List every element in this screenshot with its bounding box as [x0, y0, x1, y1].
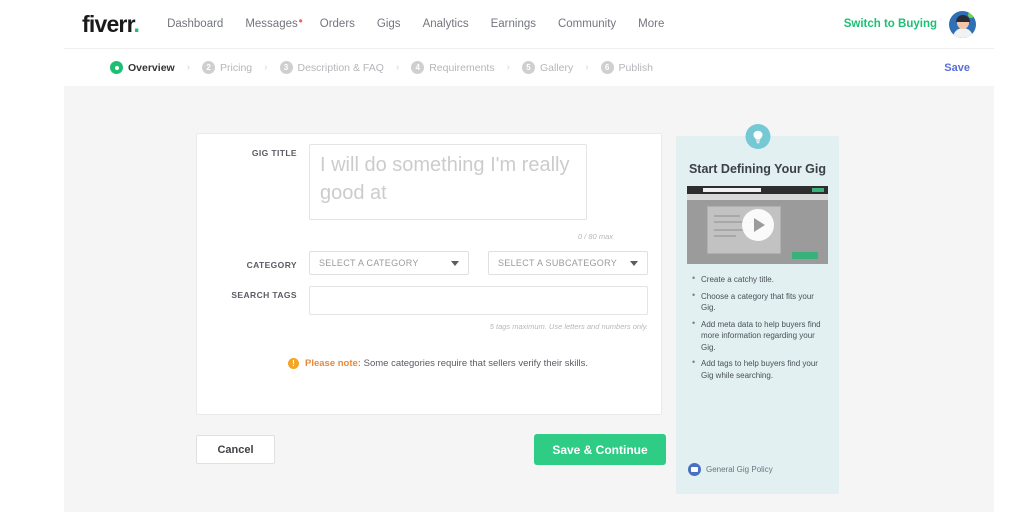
tips-video-thumbnail[interactable]: [687, 186, 828, 264]
tips-bullet-list: Create a catchy title. Choose a category…: [692, 273, 829, 381]
category-select-value: SELECT A CATEGORY: [319, 258, 419, 268]
video-topbar-button: [812, 188, 824, 192]
fiverr-logo[interactable]: fiverr.: [82, 10, 140, 38]
step-label: Description & FAQ: [297, 61, 384, 74]
avatar-body: [952, 27, 973, 38]
policy-icon: [688, 463, 701, 476]
nav-item-dashboard[interactable]: Dashboard: [167, 18, 223, 30]
step-number: 4: [411, 61, 425, 74]
step-number: 6: [600, 61, 614, 74]
save-link[interactable]: Save: [944, 62, 970, 74]
gig-title-row: GIG TITLE 0 / 80 max: [197, 144, 613, 241]
tips-bullet: Create a catchy title.: [692, 273, 829, 286]
search-tags-row: SEARCH TAGS: [197, 286, 648, 315]
logo-text: fiverr: [82, 10, 134, 37]
main-content: GIG TITLE 0 / 80 max CATEGORY SELECT A C…: [64, 86, 994, 512]
chevron-down-icon: [630, 261, 638, 266]
gig-title-input[interactable]: [309, 144, 587, 220]
nav-item-earnings[interactable]: Earnings: [491, 18, 536, 30]
search-tags-input[interactable]: [309, 286, 648, 315]
nav-label: More: [638, 18, 665, 30]
category-label: CATEGORY: [246, 260, 297, 270]
nav-right-group: Switch to Buying: [844, 0, 976, 48]
gig-steps-breadcrumb: Overview › 2 Pricing › 3 Description & F…: [64, 48, 994, 86]
nav-item-more[interactable]: More: [638, 18, 664, 30]
note-text: Please note: Some categories require tha…: [305, 358, 588, 369]
nav-item-messages[interactable]: Messages •: [245, 15, 302, 30]
step-overview[interactable]: Overview: [110, 61, 175, 74]
nav-label: Community: [557, 18, 617, 30]
lightbulb-icon: [745, 124, 770, 149]
step-label: Pricing: [220, 61, 253, 74]
step-label: Publish: [618, 61, 653, 74]
video-cta-button: [792, 252, 818, 259]
search-tags-label: SEARCH TAGS: [231, 290, 297, 300]
category-select[interactable]: SELECT A CATEGORY: [309, 251, 469, 275]
policy-label: General Gig Policy: [706, 465, 773, 474]
verification-note: ! Please note: Some categories require t…: [197, 358, 661, 369]
step-number: 2: [202, 61, 216, 74]
video-line: [714, 215, 740, 217]
step-separator: ›: [506, 62, 510, 73]
subcategory-select[interactable]: SELECT A SUBCATEGORY: [488, 251, 648, 275]
gig-title-label: GIG TITLE: [251, 148, 297, 158]
nav-item-gigs[interactable]: Gigs: [377, 18, 401, 30]
step-pricing[interactable]: 2 Pricing: [202, 61, 252, 74]
note-body: Some categories require that sellers ver…: [360, 358, 588, 369]
nav-label: Orders: [319, 18, 355, 30]
messages-badge-dot: •: [298, 14, 303, 28]
note-prefix: Please note:: [305, 358, 361, 369]
nav-links: Dashboard Messages • Orders Gigs Analytic…: [167, 15, 664, 30]
step-separator: ›: [585, 62, 589, 73]
subcategory-select-value: SELECT A SUBCATEGORY: [498, 258, 618, 268]
chevron-down-icon: [451, 261, 459, 266]
tips-bullet: Add meta data to help buyers find more i…: [692, 318, 829, 354]
step-label: Gallery: [539, 61, 574, 74]
category-row: CATEGORY SELECT A CATEGORY SELECT A SUBC…: [197, 251, 648, 275]
step-label: Overview: [128, 61, 175, 74]
nav-item-analytics[interactable]: Analytics: [423, 18, 469, 30]
nav-label: Dashboard: [167, 18, 224, 30]
video-subbar: [687, 194, 828, 200]
avatar-status-dot: [968, 11, 974, 18]
step-separator: ›: [264, 62, 268, 73]
nav-item-orders[interactable]: Orders: [320, 18, 355, 30]
step-publish[interactable]: 6 Publish: [600, 61, 653, 74]
play-icon[interactable]: [741, 209, 774, 241]
page-container: fiverr. Dashboard Messages • Orders Gigs …: [64, 0, 994, 512]
nav-label: Earnings: [490, 18, 536, 30]
tips-sidebar: Start Defining Your Gig Create a catchy …: [676, 124, 839, 494]
tips-bullet: Add tags to help buyers find your Gig wh…: [692, 357, 829, 381]
switch-to-buying-link[interactable]: Switch to Buying: [844, 18, 937, 30]
gig-overview-form-card: GIG TITLE 0 / 80 max CATEGORY SELECT A C…: [196, 133, 662, 415]
video-line: [714, 235, 736, 237]
nav-item-community[interactable]: Community: [558, 18, 616, 30]
logo-dot: .: [133, 10, 140, 37]
save-and-continue-button[interactable]: Save & Continue: [534, 434, 666, 465]
tips-title: Start Defining Your Gig: [688, 162, 827, 176]
step-separator: ›: [395, 62, 400, 73]
steps-list: Overview › 2 Pricing › 3 Description & F…: [110, 61, 653, 74]
nav-label: Analytics: [422, 18, 469, 30]
step-requirements[interactable]: 4 Requirements: [411, 61, 495, 74]
warning-icon: !: [288, 358, 299, 369]
nav-label: Messages: [245, 18, 298, 30]
general-gig-policy-link[interactable]: General Gig Policy: [688, 463, 773, 476]
step-number: 5: [521, 61, 535, 74]
tips-bullet: Choose a category that fits your Gig.: [692, 290, 829, 314]
step-description-faq[interactable]: 3 Description & FAQ: [279, 61, 384, 74]
step-label: Requirements: [429, 61, 495, 74]
step-number: 3: [279, 61, 293, 74]
cancel-button[interactable]: Cancel: [196, 435, 275, 464]
step-separator: ›: [186, 62, 191, 73]
avatar[interactable]: [949, 10, 976, 38]
video-searchbar: [703, 188, 761, 192]
gig-title-char-counter: 0 / 80 max: [577, 232, 613, 241]
top-navigation-bar: fiverr. Dashboard Messages • Orders Gigs …: [64, 0, 994, 48]
search-tags-hint: 5 tags maximum. Use letters and numbers …: [489, 322, 648, 331]
step-marker-icon: [110, 61, 123, 74]
nav-label: Gigs: [376, 18, 401, 30]
step-gallery[interactable]: 5 Gallery: [521, 61, 574, 74]
